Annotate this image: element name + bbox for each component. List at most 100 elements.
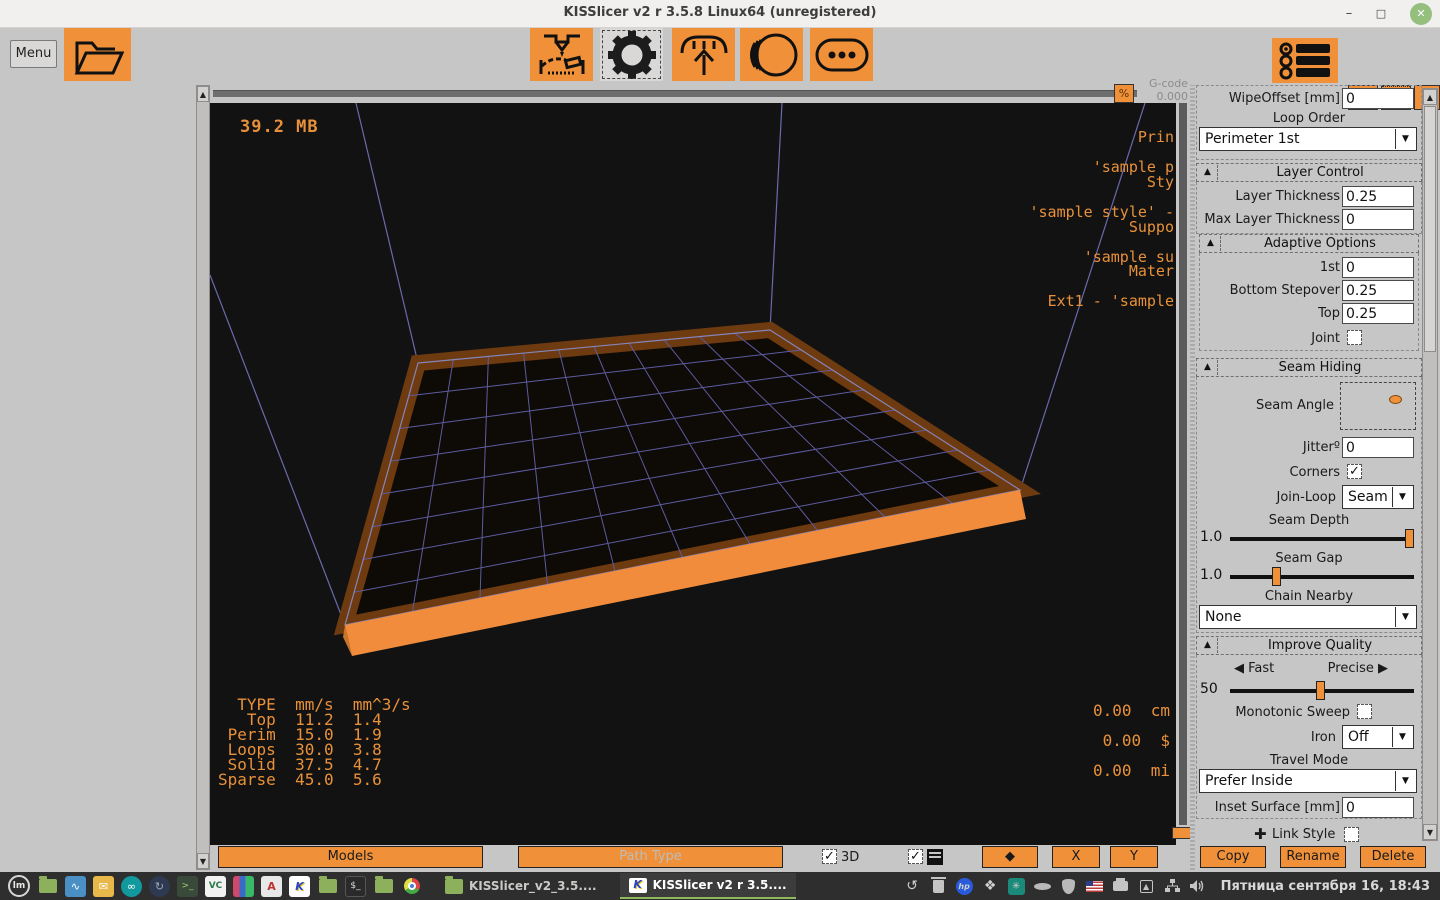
seam-angle-dot[interactable] xyxy=(1389,395,1402,404)
settings-list-button[interactable] xyxy=(1272,38,1338,83)
corners-checkbox[interactable]: ✓ xyxy=(1347,464,1362,479)
red-a-launcher[interactable]: A xyxy=(261,876,282,897)
left-scrollbar[interactable]: ▲ ▼ xyxy=(196,85,210,870)
view-y-button[interactable]: Y xyxy=(1110,846,1158,868)
path-type-tab-button[interactable]: Path Type xyxy=(518,846,783,868)
network-folder-launcher[interactable] xyxy=(317,876,338,897)
taskbar-clock[interactable]: Пятница сентября 16, 18:43 xyxy=(1221,879,1430,894)
joint-checkbox[interactable] xyxy=(1347,330,1362,345)
collapse-icon[interactable]: ▲ xyxy=(1198,165,1218,180)
ufo-tray-icon[interactable] xyxy=(1034,878,1051,895)
max-layer-thickness-input[interactable] xyxy=(1342,209,1414,230)
layer-thickness-input[interactable] xyxy=(1342,186,1414,207)
network-tray-icon[interactable] xyxy=(1164,878,1181,895)
seam-hiding-header[interactable]: ▲ Seam Hiding xyxy=(1196,358,1422,377)
view-3d-checkbox[interactable]: ✓ xyxy=(822,849,837,864)
joint-label: Joint xyxy=(1311,331,1340,346)
quality-slider-thumb[interactable] xyxy=(1316,681,1325,700)
inset-surface-input[interactable] xyxy=(1342,797,1414,818)
jitter-input[interactable] xyxy=(1342,437,1414,458)
removable-media-tray-icon[interactable]: ▲ xyxy=(1138,878,1155,895)
panel-scrollbar-thumb[interactable] xyxy=(1424,106,1436,352)
layer-slider[interactable] xyxy=(1179,103,1187,825)
menu-button[interactable]: Menu xyxy=(10,40,57,68)
improve-quality-header[interactable]: ▲ Improve Quality xyxy=(1196,636,1422,655)
gcode-slider-thumb[interactable]: % xyxy=(1114,84,1134,103)
shield-tray-icon[interactable] xyxy=(1060,878,1077,895)
adaptive-1st-input[interactable] xyxy=(1342,257,1414,278)
taskbar-window-kisslicer[interactable]: K KISSlicer v2 r 3.5.... xyxy=(620,873,796,899)
solid-model-icon xyxy=(927,849,943,865)
arduino-launcher[interactable]: ∞ xyxy=(121,876,142,897)
seam-gap-slider[interactable]: 1.0 xyxy=(1196,566,1422,586)
rename-button[interactable]: Rename xyxy=(1280,846,1346,868)
history-tray-icon[interactable]: ↺ xyxy=(904,878,921,895)
terminal-green-launcher[interactable]: >_ xyxy=(177,876,198,897)
terminal-dark-launcher[interactable]: $_ xyxy=(345,876,366,897)
printer-settings-tab[interactable] xyxy=(530,28,593,81)
seam-depth-slider[interactable]: 1.0 xyxy=(1196,528,1422,548)
delete-button[interactable]: Delete xyxy=(1360,846,1426,868)
panel-resize-handle[interactable] xyxy=(1190,85,1195,870)
seam-depth-value: 1.0 xyxy=(1200,529,1222,545)
wipe-offset-input[interactable] xyxy=(1342,88,1414,109)
trash-tray-icon[interactable] xyxy=(930,878,947,895)
panel-scrollbar[interactable]: ▲ ▼ xyxy=(1422,88,1438,841)
maximize-button[interactable]: □ xyxy=(1370,4,1392,24)
mint-menu-button[interactable]: lm xyxy=(8,875,30,897)
scroll-down-icon[interactable]: ▼ xyxy=(197,853,209,869)
taskbar-window-files[interactable]: KISSlicer_v2_3.5.... xyxy=(436,873,606,899)
link-style-checkbox[interactable] xyxy=(1344,827,1359,842)
keyboard-layout-flag-icon[interactable] xyxy=(1086,878,1103,895)
dropbox-tray-icon[interactable]: ❖ xyxy=(982,878,999,895)
chain-nearby-dropdown[interactable]: None ▼ xyxy=(1199,605,1417,629)
close-button[interactable]: ✕ xyxy=(1410,3,1432,25)
folder-launcher[interactable] xyxy=(373,876,394,897)
monitor-launcher[interactable]: ∿ xyxy=(65,876,86,897)
radio-list-icon xyxy=(1278,42,1332,80)
fit-view-button[interactable]: ◆ xyxy=(982,846,1038,868)
material-settings-tab[interactable] xyxy=(740,28,803,81)
files-launcher[interactable] xyxy=(37,876,58,897)
minimize-button[interactable]: – xyxy=(1338,4,1360,24)
viewport-3d[interactable]: 39.2 MB Prin 'sample p Sty 'sample style… xyxy=(210,103,1176,845)
mail-launcher[interactable]: ✉ xyxy=(93,876,114,897)
adaptive-top-input[interactable] xyxy=(1342,303,1414,324)
style-settings-tab[interactable] xyxy=(600,28,663,81)
gcode-preview-slider[interactable] xyxy=(213,90,1137,97)
misc-settings-tab[interactable] xyxy=(810,28,873,81)
adaptive-options-header[interactable]: ▲ Adaptive Options xyxy=(1199,234,1419,253)
scroll-up-icon[interactable]: ▲ xyxy=(197,86,209,102)
seam-angle-widget[interactable] xyxy=(1340,382,1416,430)
bottom-stepover-input[interactable] xyxy=(1342,280,1414,301)
chrome-launcher[interactable] xyxy=(401,876,422,897)
volume-tray-icon[interactable] xyxy=(1190,878,1207,895)
fast-label: ◀ Fast xyxy=(1234,661,1274,676)
hp-tray-icon[interactable]: hp xyxy=(956,878,973,895)
speed-table: TYPE mm/s mm^3/s Top 11.2 1.4 Perim 15.0… xyxy=(218,697,411,787)
join-loop-dropdown[interactable]: Seam ▼ xyxy=(1342,485,1414,509)
layer-slider-thumb[interactable] xyxy=(1172,827,1192,839)
open-file-button[interactable] xyxy=(64,28,131,81)
monotonic-sweep-checkbox[interactable] xyxy=(1357,704,1372,719)
view-x-button[interactable]: X xyxy=(1052,846,1100,868)
show-solid-checkbox[interactable]: ✓ xyxy=(908,849,923,864)
travel-mode-dropdown[interactable]: Prefer Inside ▼ xyxy=(1199,769,1417,793)
max-layer-thickness-label: Max Layer Thickness xyxy=(1204,212,1340,227)
media-launcher[interactable] xyxy=(233,876,254,897)
printer-tray-icon[interactable] xyxy=(1112,878,1129,895)
kisslicer-launcher[interactable]: K xyxy=(289,876,310,897)
support-settings-tab[interactable] xyxy=(672,28,735,81)
loop-order-dropdown[interactable]: Perimeter 1st ▼ xyxy=(1199,127,1417,151)
quality-slider[interactable]: 50 xyxy=(1196,680,1422,700)
dropdown-arrow-icon[interactable]: ▼ xyxy=(1395,129,1415,149)
models-tab-button[interactable]: Models xyxy=(218,846,483,868)
iron-dropdown[interactable]: Off ▼ xyxy=(1342,725,1414,749)
seam-depth-thumb[interactable] xyxy=(1405,529,1414,548)
copy-button[interactable]: Copy xyxy=(1200,846,1266,868)
sync-launcher[interactable]: ↻ xyxy=(149,876,170,897)
seam-gap-thumb[interactable] xyxy=(1272,567,1281,586)
veracrypt-launcher[interactable]: VC xyxy=(205,876,226,897)
green-cross-tray-icon[interactable]: ✳ xyxy=(1008,878,1025,895)
layer-control-header[interactable]: ▲ Layer Control xyxy=(1196,163,1422,182)
